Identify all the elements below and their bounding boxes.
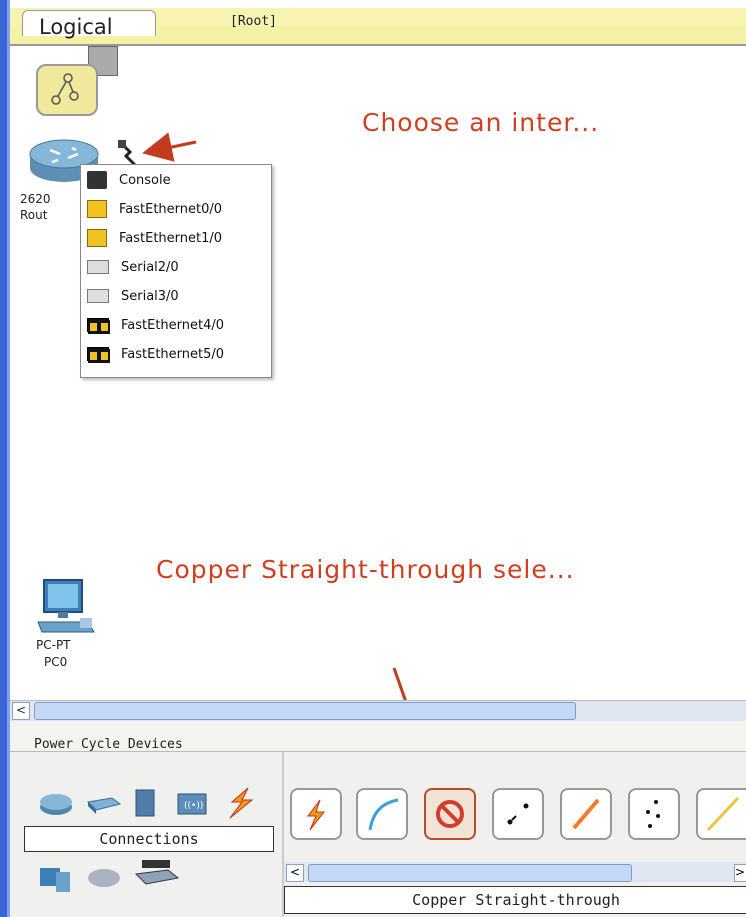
topology-icon [51, 73, 79, 105]
fastethernet-module-icon [87, 318, 110, 334]
fastethernet-port-icon [87, 229, 107, 247]
pc-icon[interactable] [34, 578, 96, 638]
cable-phone-button[interactable] [628, 788, 680, 840]
annotation-choose-interface: Choose an inter... [362, 108, 600, 137]
menu-item-fastethernet1-0[interactable]: FastEthernet1/0 [81, 225, 271, 251]
cable-copper-cross-over-button[interactable] [492, 788, 544, 840]
svg-text:((•)): ((•)) [184, 801, 203, 811]
menu-item-serial2-0[interactable]: Serial2/0 [81, 254, 271, 280]
serial-port-icon [87, 260, 109, 274]
wireless-category-icon[interactable]: ((•)) [174, 788, 210, 818]
automatic-cable-icon [307, 799, 326, 831]
cable-console-button[interactable] [356, 788, 408, 840]
menu-item-label: Console [119, 172, 171, 188]
serial-port-icon [87, 289, 109, 303]
custom-devices-category-icon[interactable] [134, 858, 180, 894]
menu-item-label: Serial2/0 [121, 259, 179, 275]
annotation-copper-selected: Copper Straight-through sele... [156, 555, 575, 584]
copper-straight-through-icon [436, 800, 464, 828]
menu-item-console[interactable]: Console [81, 167, 271, 193]
menu-item-label: FastEthernet0/0 [119, 201, 223, 217]
wan-emulation-category-icon[interactable] [84, 864, 124, 892]
connections-category-label: Connections [24, 826, 274, 852]
menu-item-label: Serial3/0 [121, 288, 179, 304]
switches-category-icon[interactable] [86, 792, 122, 816]
router-model-label: 2620 [20, 192, 51, 206]
menu-item-fastethernet4-0[interactable]: FastEthernet4/0 [81, 312, 271, 338]
fiber-cable-icon [572, 798, 600, 830]
end-devices-category-icon[interactable] [36, 862, 76, 896]
scroll-right-arrow-icon[interactable]: > [734, 864, 746, 882]
menu-item-serial3-0[interactable]: Serial3/0 [81, 283, 271, 309]
cable-automatic-button[interactable] [290, 788, 342, 840]
workspace-scroll-thumb[interactable] [34, 702, 576, 720]
logical-view-icon[interactable] [36, 64, 98, 116]
root-breadcrumb[interactable]: [Root] [230, 14, 277, 29]
logical-tab[interactable]: Logical [22, 10, 156, 39]
cable-fiber-button[interactable] [560, 788, 612, 840]
connections-category-icon[interactable] [222, 786, 262, 820]
power-cycle-devices-button[interactable]: Power Cycle Devices [34, 737, 183, 752]
console-port-icon [87, 171, 107, 189]
fastethernet-module-icon [87, 347, 110, 363]
copper-cross-over-icon [507, 803, 529, 825]
scroll-left-arrow-icon[interactable]: < [286, 864, 304, 882]
menu-item-label: FastEthernet4/0 [121, 317, 225, 333]
cable-scroll-thumb[interactable] [308, 864, 632, 882]
coaxial-cable-icon [706, 796, 740, 832]
interface-menu: Console FastEthernet0/0 FastEthernet1/0 … [80, 164, 272, 378]
cable-coaxial-button[interactable] [696, 788, 746, 840]
pc-model-label: PC-PT [36, 638, 71, 652]
routers-category-icon[interactable] [38, 790, 74, 818]
pc-name-label: PC0 [44, 655, 68, 669]
menu-item-label: FastEthernet5/0 [121, 346, 225, 362]
menu-item-fastethernet5-0[interactable]: FastEthernet5/0 [81, 341, 271, 367]
menu-item-fastethernet0-0[interactable]: FastEthernet0/0 [81, 196, 271, 222]
fastethernet-port-icon [87, 200, 107, 218]
scroll-left-arrow-icon[interactable]: < [12, 702, 30, 720]
cable-copper-straight-through-button[interactable] [424, 788, 476, 840]
phone-cable-icon [646, 800, 660, 828]
menu-item-label: FastEthernet1/0 [119, 230, 223, 246]
hubs-category-icon[interactable] [132, 788, 158, 818]
console-cable-icon [368, 798, 399, 831]
selected-cable-label: Copper Straight-through [284, 886, 746, 914]
router-name-label: Rout [20, 208, 48, 222]
